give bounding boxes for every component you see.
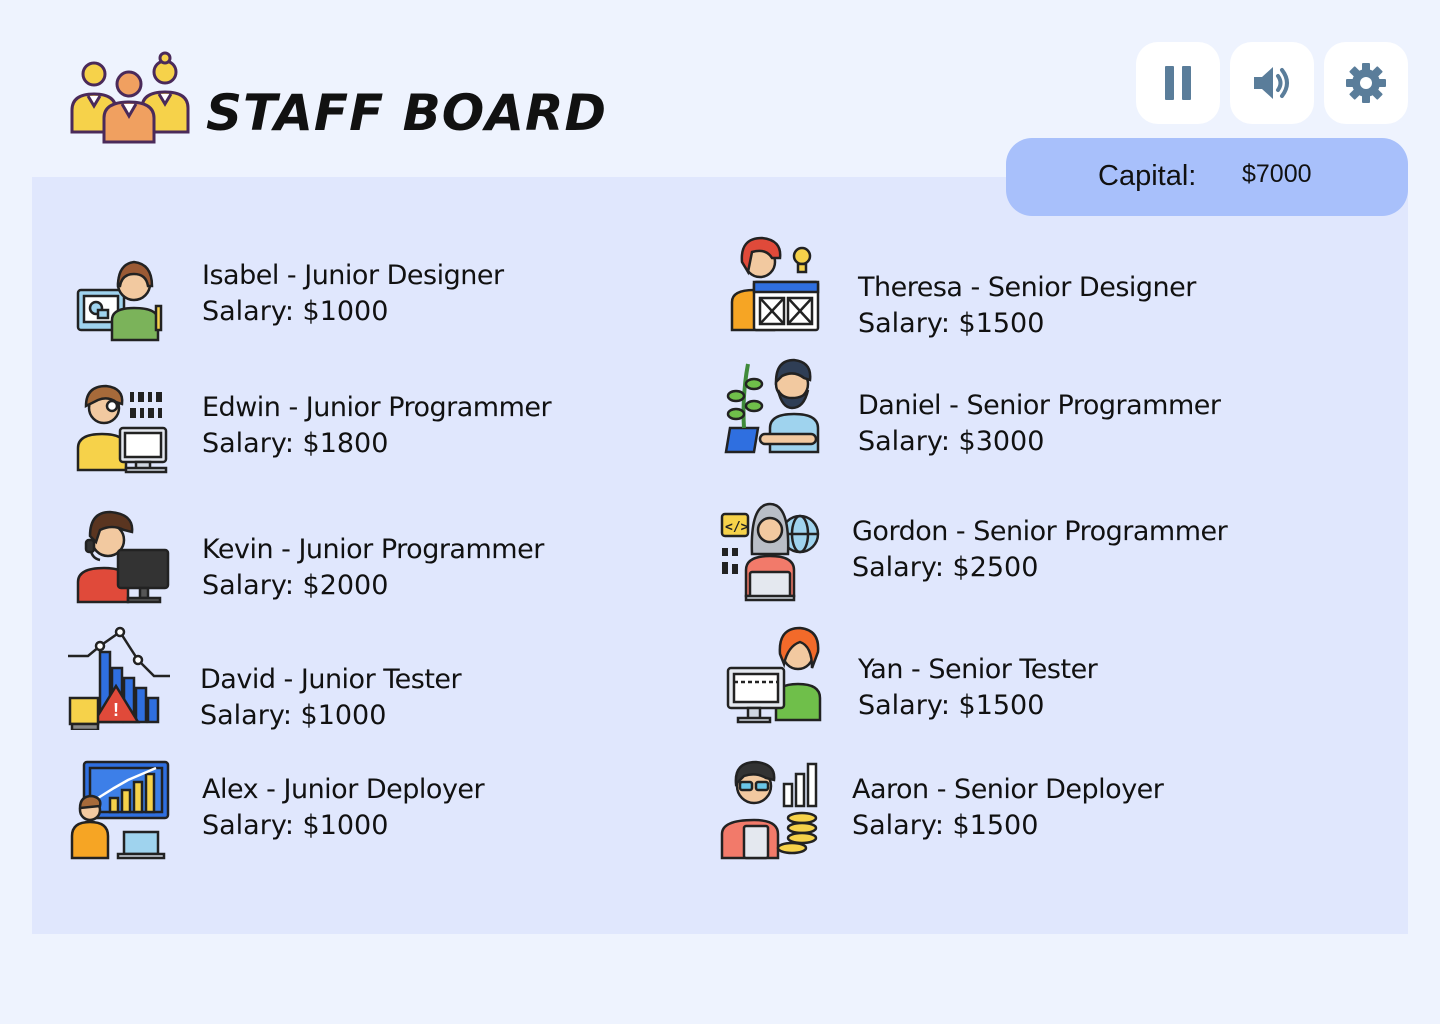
staff-group-icon: [68, 50, 190, 146]
svg-text:</>: </>: [725, 520, 749, 535]
staff-name: Daniel - Senior Programmer: [858, 390, 1221, 421]
staff-card-gordon[interactable]: </> Gordon - Senior Programmer Salary: $…: [718, 500, 1318, 604]
pause-icon: [1165, 66, 1191, 100]
staff-name: Edwin - Junior Programmer: [202, 392, 552, 423]
programmer-icon: [68, 378, 172, 482]
deployer-icon: [68, 758, 172, 862]
staff-card-david[interactable]: ! David - Junior Tester Salary: $1000: [66, 626, 666, 732]
staff-card-daniel[interactable]: Daniel - Senior Programmer Salary: $3000: [724, 356, 1324, 460]
capital-value: $7000: [1242, 160, 1312, 188]
staff-salary: Salary: $1800: [202, 428, 389, 459]
staff-name: David - Junior Tester: [200, 664, 462, 695]
staff-salary: Salary: $2500: [852, 552, 1039, 583]
programmer-plant-icon: [724, 356, 828, 460]
staff-salary: Salary: $1500: [858, 308, 1045, 339]
staff-card-theresa[interactable]: Theresa - Senior Designer Salary: $1500: [724, 232, 1324, 339]
staff-name: Yan - Senior Tester: [858, 654, 1098, 685]
deployer-coins-icon: [718, 758, 822, 862]
designer-icon: [68, 250, 172, 354]
staff-salary: Salary: $1000: [202, 810, 389, 841]
staff-name: Alex - Junior Deployer: [202, 774, 485, 805]
staff-salary: Salary: $1500: [858, 690, 1045, 721]
sound-button[interactable]: [1230, 42, 1314, 124]
programmer-headset-icon: [68, 506, 172, 610]
staff-name: Theresa - Senior Designer: [858, 272, 1196, 303]
staff-card-isabel[interactable]: Isabel - Junior Designer Salary: $1000: [68, 250, 668, 354]
staff-name: Aaron - Senior Deployer: [852, 774, 1164, 805]
designer-icon: [724, 232, 828, 336]
staff-card-alex[interactable]: Alex - Junior Deployer Salary: $1000: [68, 758, 668, 862]
staff-salary: Salary: $1500: [852, 810, 1039, 841]
staff-name: Isabel - Junior Designer: [202, 260, 504, 291]
staff-card-yan[interactable]: Yan - Senior Tester Salary: $1500: [724, 624, 1324, 728]
staff-salary: Salary: $2000: [202, 570, 389, 601]
staff-salary: Salary: $1000: [202, 296, 389, 327]
speaker-icon: [1254, 67, 1289, 99]
svg-text:!: !: [113, 700, 119, 720]
tester-computer-icon: [724, 624, 828, 728]
hacker-icon: </>: [718, 500, 822, 604]
pause-button[interactable]: [1136, 42, 1220, 124]
capital-label: Capital:: [1098, 160, 1197, 192]
capital-panel: Capital: $7000: [1006, 138, 1408, 216]
staff-salary: Salary: $3000: [858, 426, 1045, 457]
settings-button[interactable]: [1324, 42, 1408, 124]
gear-icon: [1346, 63, 1386, 103]
staff-card-edwin[interactable]: Edwin - Junior Programmer Salary: $1800: [68, 378, 668, 482]
staff-card-aaron[interactable]: Aaron - Senior Deployer Salary: $1500: [718, 758, 1318, 862]
page-title: STAFF BOARD: [206, 84, 607, 142]
staff-card-kevin[interactable]: Kevin - Junior Programmer Salary: $2000: [68, 506, 668, 610]
staff-name: Gordon - Senior Programmer: [852, 516, 1228, 547]
tester-chart-icon: !: [66, 626, 170, 732]
staff-name: Kevin - Junior Programmer: [202, 534, 544, 565]
staff-salary: Salary: $1000: [200, 700, 387, 731]
